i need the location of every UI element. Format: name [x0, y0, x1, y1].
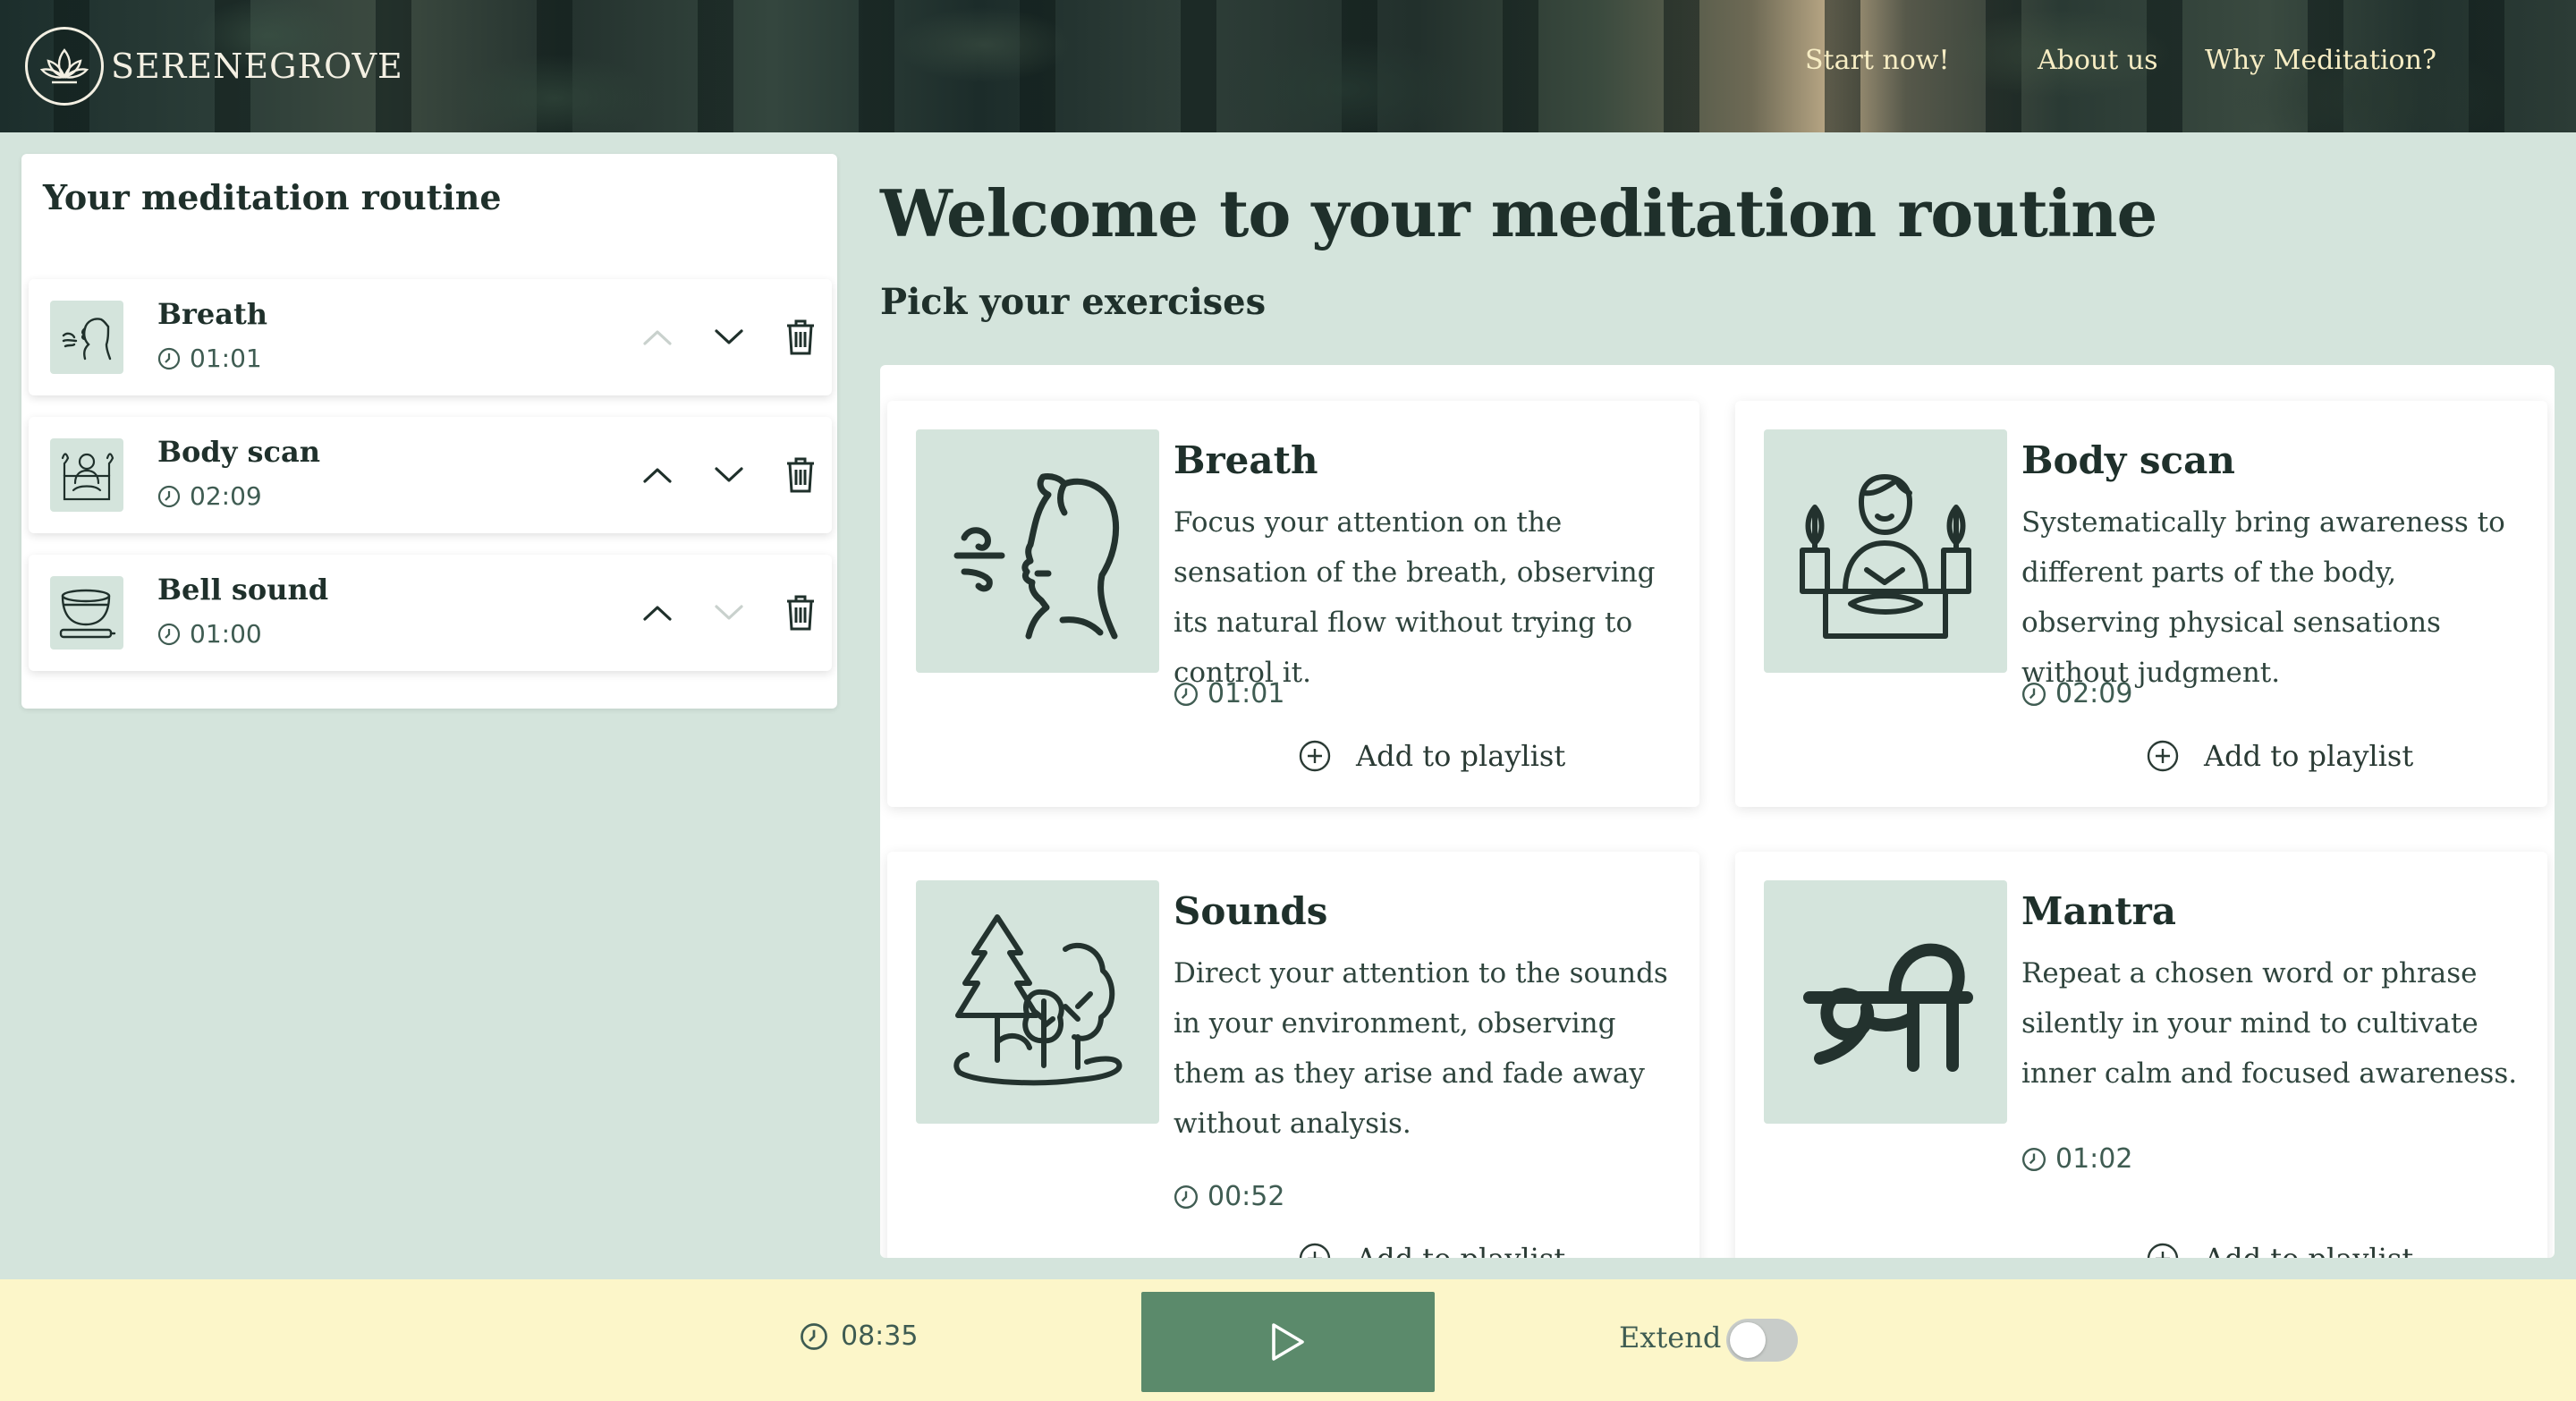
exercise-duration: 00:52	[1174, 1181, 1284, 1212]
exercise-time: 01:01	[1208, 678, 1285, 709]
site-header: SERENEGROVE Start now! About us Why Medi…	[0, 0, 2576, 132]
clock-icon	[2021, 1147, 2046, 1171]
nature-sounds-icon	[916, 880, 1159, 1124]
routine-item-duration: 01:00	[157, 619, 262, 649]
routine-item-body-scan: Body scan 02:09	[29, 417, 832, 533]
move-down-button[interactable]	[705, 589, 753, 637]
player-bar: 08:35 Extend	[0, 1279, 2576, 1401]
move-down-button[interactable]	[705, 313, 753, 361]
exercise-time: 01:02	[2055, 1143, 2133, 1175]
exercise-time: 02:09	[2055, 678, 2133, 709]
routine-title: Your meditation routine	[43, 177, 502, 217]
move-up-button[interactable]	[633, 313, 682, 361]
routine-item-duration: 01:01	[157, 344, 262, 373]
routine-item-title: Body scan	[157, 435, 320, 469]
clock-icon	[1174, 682, 1199, 706]
routine-item-title: Breath	[157, 297, 268, 331]
clock-icon	[157, 623, 181, 645]
move-up-button[interactable]	[633, 451, 682, 499]
exercise-card-breath: Breath Focus your attention on the sensa…	[887, 401, 1699, 807]
exercise-duration: 01:02	[2021, 1143, 2132, 1175]
routine-item-breath: Breath 01:01	[29, 279, 832, 395]
routine-item-time: 01:01	[190, 344, 262, 373]
trash-icon	[787, 319, 814, 355]
total-duration: 08:35	[800, 1320, 918, 1352]
exercise-description: Direct your attention to the sounds in y…	[1174, 957, 1668, 1140]
mantra-icon	[1764, 880, 2007, 1124]
nav-start-now[interactable]: Start now!	[1805, 45, 1950, 76]
add-to-playlist-button[interactable]: Add to playlist	[2147, 739, 2413, 773]
body-scan-icon	[50, 438, 123, 512]
move-down-button[interactable]	[705, 451, 753, 499]
play-button[interactable]	[1141, 1292, 1435, 1392]
trash-icon	[787, 595, 814, 631]
add-to-playlist-label: Add to playlist	[2204, 739, 2414, 773]
clock-icon	[157, 485, 181, 507]
exercise-time: 00:52	[1208, 1181, 1285, 1212]
add-to-playlist-label: Add to playlist	[1356, 739, 1566, 773]
move-up-button[interactable]	[633, 589, 682, 637]
extend-toggle[interactable]	[1726, 1319, 1798, 1362]
routine-item-title: Bell sound	[157, 573, 329, 607]
page-title: Welcome to your meditation routine	[880, 175, 2157, 251]
exercise-duration: 02:09	[2021, 678, 2132, 709]
nav-about-us[interactable]: About us	[2038, 45, 2158, 76]
exercise-description: Focus your attention on the sensation of…	[1174, 506, 1656, 689]
routine-item-bell-sound: Bell sound 01:00	[29, 555, 832, 671]
delete-button[interactable]	[776, 451, 825, 499]
exercise-card-mantra: Mantra Repeat a chosen word or phrase si…	[1735, 852, 2547, 1258]
trash-icon	[787, 457, 814, 493]
plus-circle-icon	[2147, 740, 2179, 772]
exercise-card-sounds: Sounds Direct your attention to the soun…	[887, 852, 1699, 1258]
delete-button[interactable]	[776, 313, 825, 361]
toggle-knob	[1730, 1322, 1766, 1358]
total-time: 08:35	[841, 1320, 919, 1352]
routine-item-duration: 02:09	[157, 481, 262, 511]
routine-panel: Your meditation routine Breath 01:01 Bod…	[21, 154, 837, 709]
add-to-playlist-label: Add to playlist	[2204, 1242, 2413, 1258]
nav-why-meditation[interactable]: Why Meditation?	[2205, 45, 2436, 76]
routine-item-time: 02:09	[190, 481, 262, 511]
exercise-card-body-scan: Body scan Systematically bring awareness…	[1735, 401, 2547, 807]
clock-icon	[157, 347, 181, 369]
add-to-playlist-button[interactable]: Add to playlist	[2147, 1242, 2413, 1258]
plus-circle-icon	[1299, 740, 1331, 772]
add-to-playlist-button[interactable]: Add to playlist	[1299, 739, 1565, 773]
add-to-playlist-button[interactable]: Add to playlist	[1299, 1242, 1565, 1258]
exercise-duration: 01:01	[1174, 678, 1284, 709]
exercise-description: Repeat a chosen word or phrase silently …	[2021, 957, 2518, 1090]
plus-circle-icon	[2147, 1243, 2179, 1258]
extend-label: Extend	[1619, 1320, 1722, 1354]
clock-icon	[2021, 682, 2046, 706]
brand-name: SERENEGROVE	[111, 47, 403, 86]
play-icon	[1272, 1323, 1304, 1361]
plus-circle-icon	[1299, 1243, 1331, 1258]
exercise-title: Sounds	[1174, 889, 1328, 933]
lotus-icon	[25, 27, 104, 106]
add-to-playlist-label: Add to playlist	[1356, 1242, 1565, 1258]
breath-icon	[50, 301, 123, 374]
routine-item-time: 01:00	[190, 619, 262, 649]
exercise-title: Breath	[1174, 438, 1318, 482]
exercise-title: Mantra	[2021, 889, 2176, 933]
exercise-title: Body scan	[2021, 438, 2235, 482]
breath-icon	[916, 429, 1159, 673]
exercise-list[interactable]: Breath Focus your attention on the sensa…	[880, 365, 2555, 1258]
delete-button[interactable]	[776, 589, 825, 637]
singing-bowl-icon	[50, 576, 123, 650]
clock-icon	[1174, 1184, 1199, 1209]
clock-icon	[801, 1322, 827, 1350]
body-scan-icon	[1764, 429, 2007, 673]
exercise-description: Systematically bring awareness to differ…	[2021, 506, 2505, 689]
page-subtitle: Pick your exercises	[880, 281, 1267, 323]
brand-logo[interactable]: SERENEGROVE	[25, 25, 403, 107]
